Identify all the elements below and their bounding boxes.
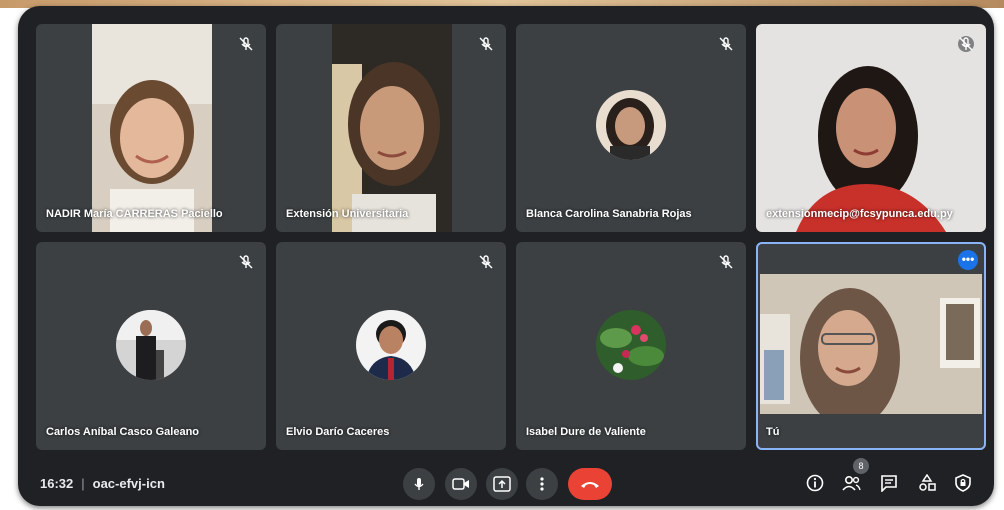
mic-off-icon [478, 254, 494, 270]
self-tile[interactable]: ••• Tú [756, 242, 986, 450]
participant-name: Elvio Darío Caceres [286, 426, 390, 438]
participant-name: Extensión Universitaria [286, 208, 409, 220]
mic-off-icon [718, 36, 734, 52]
end-call-icon [581, 482, 599, 488]
activities-icon [919, 474, 936, 491]
more-options-icon[interactable]: ••• [958, 250, 978, 270]
chat-button[interactable] [876, 470, 902, 496]
participant-name: NADIR María CARRERAS Paciello [46, 208, 223, 220]
participant-tile[interactable]: Carlos Aníbal Casco Galeano [36, 242, 266, 450]
mic-off-icon [238, 36, 254, 52]
camera-icon [452, 478, 469, 490]
chat-icon [881, 475, 897, 492]
self-name: Tú [766, 426, 780, 438]
bottom-toolbar: 16:32 | oac-efvj-icn 8 [18, 458, 994, 506]
participant-video [756, 24, 986, 232]
participant-avatar [596, 310, 666, 380]
participant-name: Carlos Aníbal Casco Galeano [46, 426, 200, 438]
meeting-time: 16:32 [40, 476, 74, 491]
participant-tile[interactable]: NADIR María CARRERAS Paciello [36, 24, 266, 232]
mic-off-icon [958, 36, 974, 52]
more-vert-icon [540, 477, 544, 491]
meeting-code: oac-efvj-icn [92, 476, 165, 491]
participant-video [92, 24, 212, 232]
present-icon [493, 476, 511, 492]
camera-button[interactable] [445, 468, 477, 500]
participant-avatar [596, 90, 666, 160]
participant-avatar [116, 310, 186, 380]
activities-button[interactable] [914, 470, 940, 496]
meeting-info-button[interactable] [802, 470, 828, 496]
end-call-button[interactable] [568, 468, 612, 500]
participant-video [332, 24, 452, 232]
info-icon [806, 474, 824, 492]
participant-name: Blanca Carolina Sanabria Rojas [526, 208, 692, 220]
people-button[interactable] [838, 470, 864, 496]
participant-tile[interactable]: Extensión Universitaria [276, 24, 506, 232]
mic-icon [414, 478, 424, 490]
participant-tile[interactable]: Blanca Carolina Sanabria Rojas [516, 24, 746, 232]
mic-off-icon [238, 254, 254, 270]
self-video [760, 274, 982, 414]
participant-tile[interactable]: Isabel Dure de Valiente [516, 242, 746, 450]
mic-off-icon [478, 36, 494, 52]
people-icon [842, 475, 861, 491]
participant-name: Isabel Dure de Valiente [526, 426, 646, 438]
participant-tile[interactable]: extensionmecip@fcsypunca.edu.py [756, 24, 986, 232]
meet-window: NADIR María CARRERAS Paciello Extensión … [18, 6, 994, 506]
more-options-button[interactable] [526, 468, 558, 500]
meeting-details: 16:32 | oac-efvj-icn [40, 476, 165, 491]
host-controls-button[interactable] [950, 470, 976, 496]
mic-off-icon [718, 254, 734, 270]
mic-button[interactable] [403, 468, 435, 500]
host-controls-icon [955, 474, 971, 492]
separator: | [81, 476, 85, 491]
present-button[interactable] [486, 468, 518, 500]
participant-avatar [356, 310, 426, 380]
participant-tile[interactable]: Elvio Darío Caceres [276, 242, 506, 450]
participant-name: extensionmecip@fcsypunca.edu.py [766, 208, 953, 220]
